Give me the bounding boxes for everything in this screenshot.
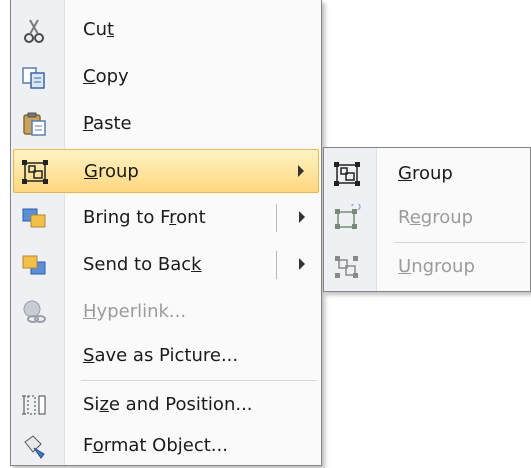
copy-icon	[19, 63, 49, 91]
menu-item-copy[interactable]: Copy	[13, 55, 319, 99]
menu-item-format-object[interactable]: Format Object...	[13, 424, 319, 468]
menu-item-cut[interactable]: Cut	[13, 8, 319, 52]
split-separator	[276, 251, 277, 279]
context-menu: Cut Copy Paste Group Bring to Front Send…	[10, 0, 322, 466]
menu-item-label: Group	[84, 161, 139, 182]
submenu-item-label: Group	[398, 163, 453, 184]
menu-item-label: Bring to Front	[83, 207, 206, 228]
menu-item-hyperlink: Hyperlink...	[13, 290, 319, 334]
size-position-icon	[19, 391, 49, 419]
menu-item-paste[interactable]: Paste	[13, 102, 319, 146]
submenu-item-label: Regroup	[398, 207, 474, 228]
submenu-item-group[interactable]: Group	[326, 152, 528, 196]
menu-item-label: Save as Picture...	[83, 345, 239, 366]
submenu-item-ungroup: Ungroup	[326, 245, 528, 289]
menu-item-bring-to-front[interactable]: Bring to Front	[13, 196, 319, 240]
menu-item-label: Format Object...	[83, 435, 228, 456]
submenu-arrow-icon[interactable]	[299, 211, 305, 223]
menu-item-label: Hyperlink...	[83, 301, 187, 322]
group-submenu: Group Regroup Ungroup	[323, 147, 531, 292]
submenu-item-regroup: Regroup	[326, 196, 528, 240]
menu-item-label: Cut	[83, 19, 115, 40]
group-icon	[20, 158, 50, 186]
submenu-arrow-icon	[298, 165, 304, 177]
menu-item-label: Paste	[83, 113, 132, 134]
group-icon	[332, 160, 362, 188]
menu-item-label: Size and Position...	[83, 394, 253, 415]
scissors-icon	[19, 16, 49, 44]
submenu-separator	[394, 242, 526, 243]
menu-item-label: Copy	[83, 66, 129, 87]
submenu-item-label: Ungroup	[398, 256, 475, 277]
menu-item-label: Send to Back	[83, 254, 202, 275]
paste-icon	[19, 110, 49, 138]
format-object-icon	[19, 432, 49, 460]
menu-item-group[interactable]: Group	[13, 149, 319, 193]
menu-item-send-to-back[interactable]: Send to Back	[13, 243, 319, 287]
ungroup-icon	[332, 253, 362, 281]
split-separator	[276, 204, 277, 232]
bring-to-front-icon	[19, 204, 49, 232]
send-to-back-icon	[19, 251, 49, 279]
menu-item-size-and-position[interactable]: Size and Position...	[13, 383, 319, 427]
submenu-arrow-icon[interactable]	[299, 258, 305, 270]
menu-separator	[81, 380, 317, 381]
menu-item-save-as-picture[interactable]: Save as Picture...	[13, 334, 319, 378]
regroup-icon	[332, 201, 362, 232]
hyperlink-icon	[19, 298, 49, 326]
